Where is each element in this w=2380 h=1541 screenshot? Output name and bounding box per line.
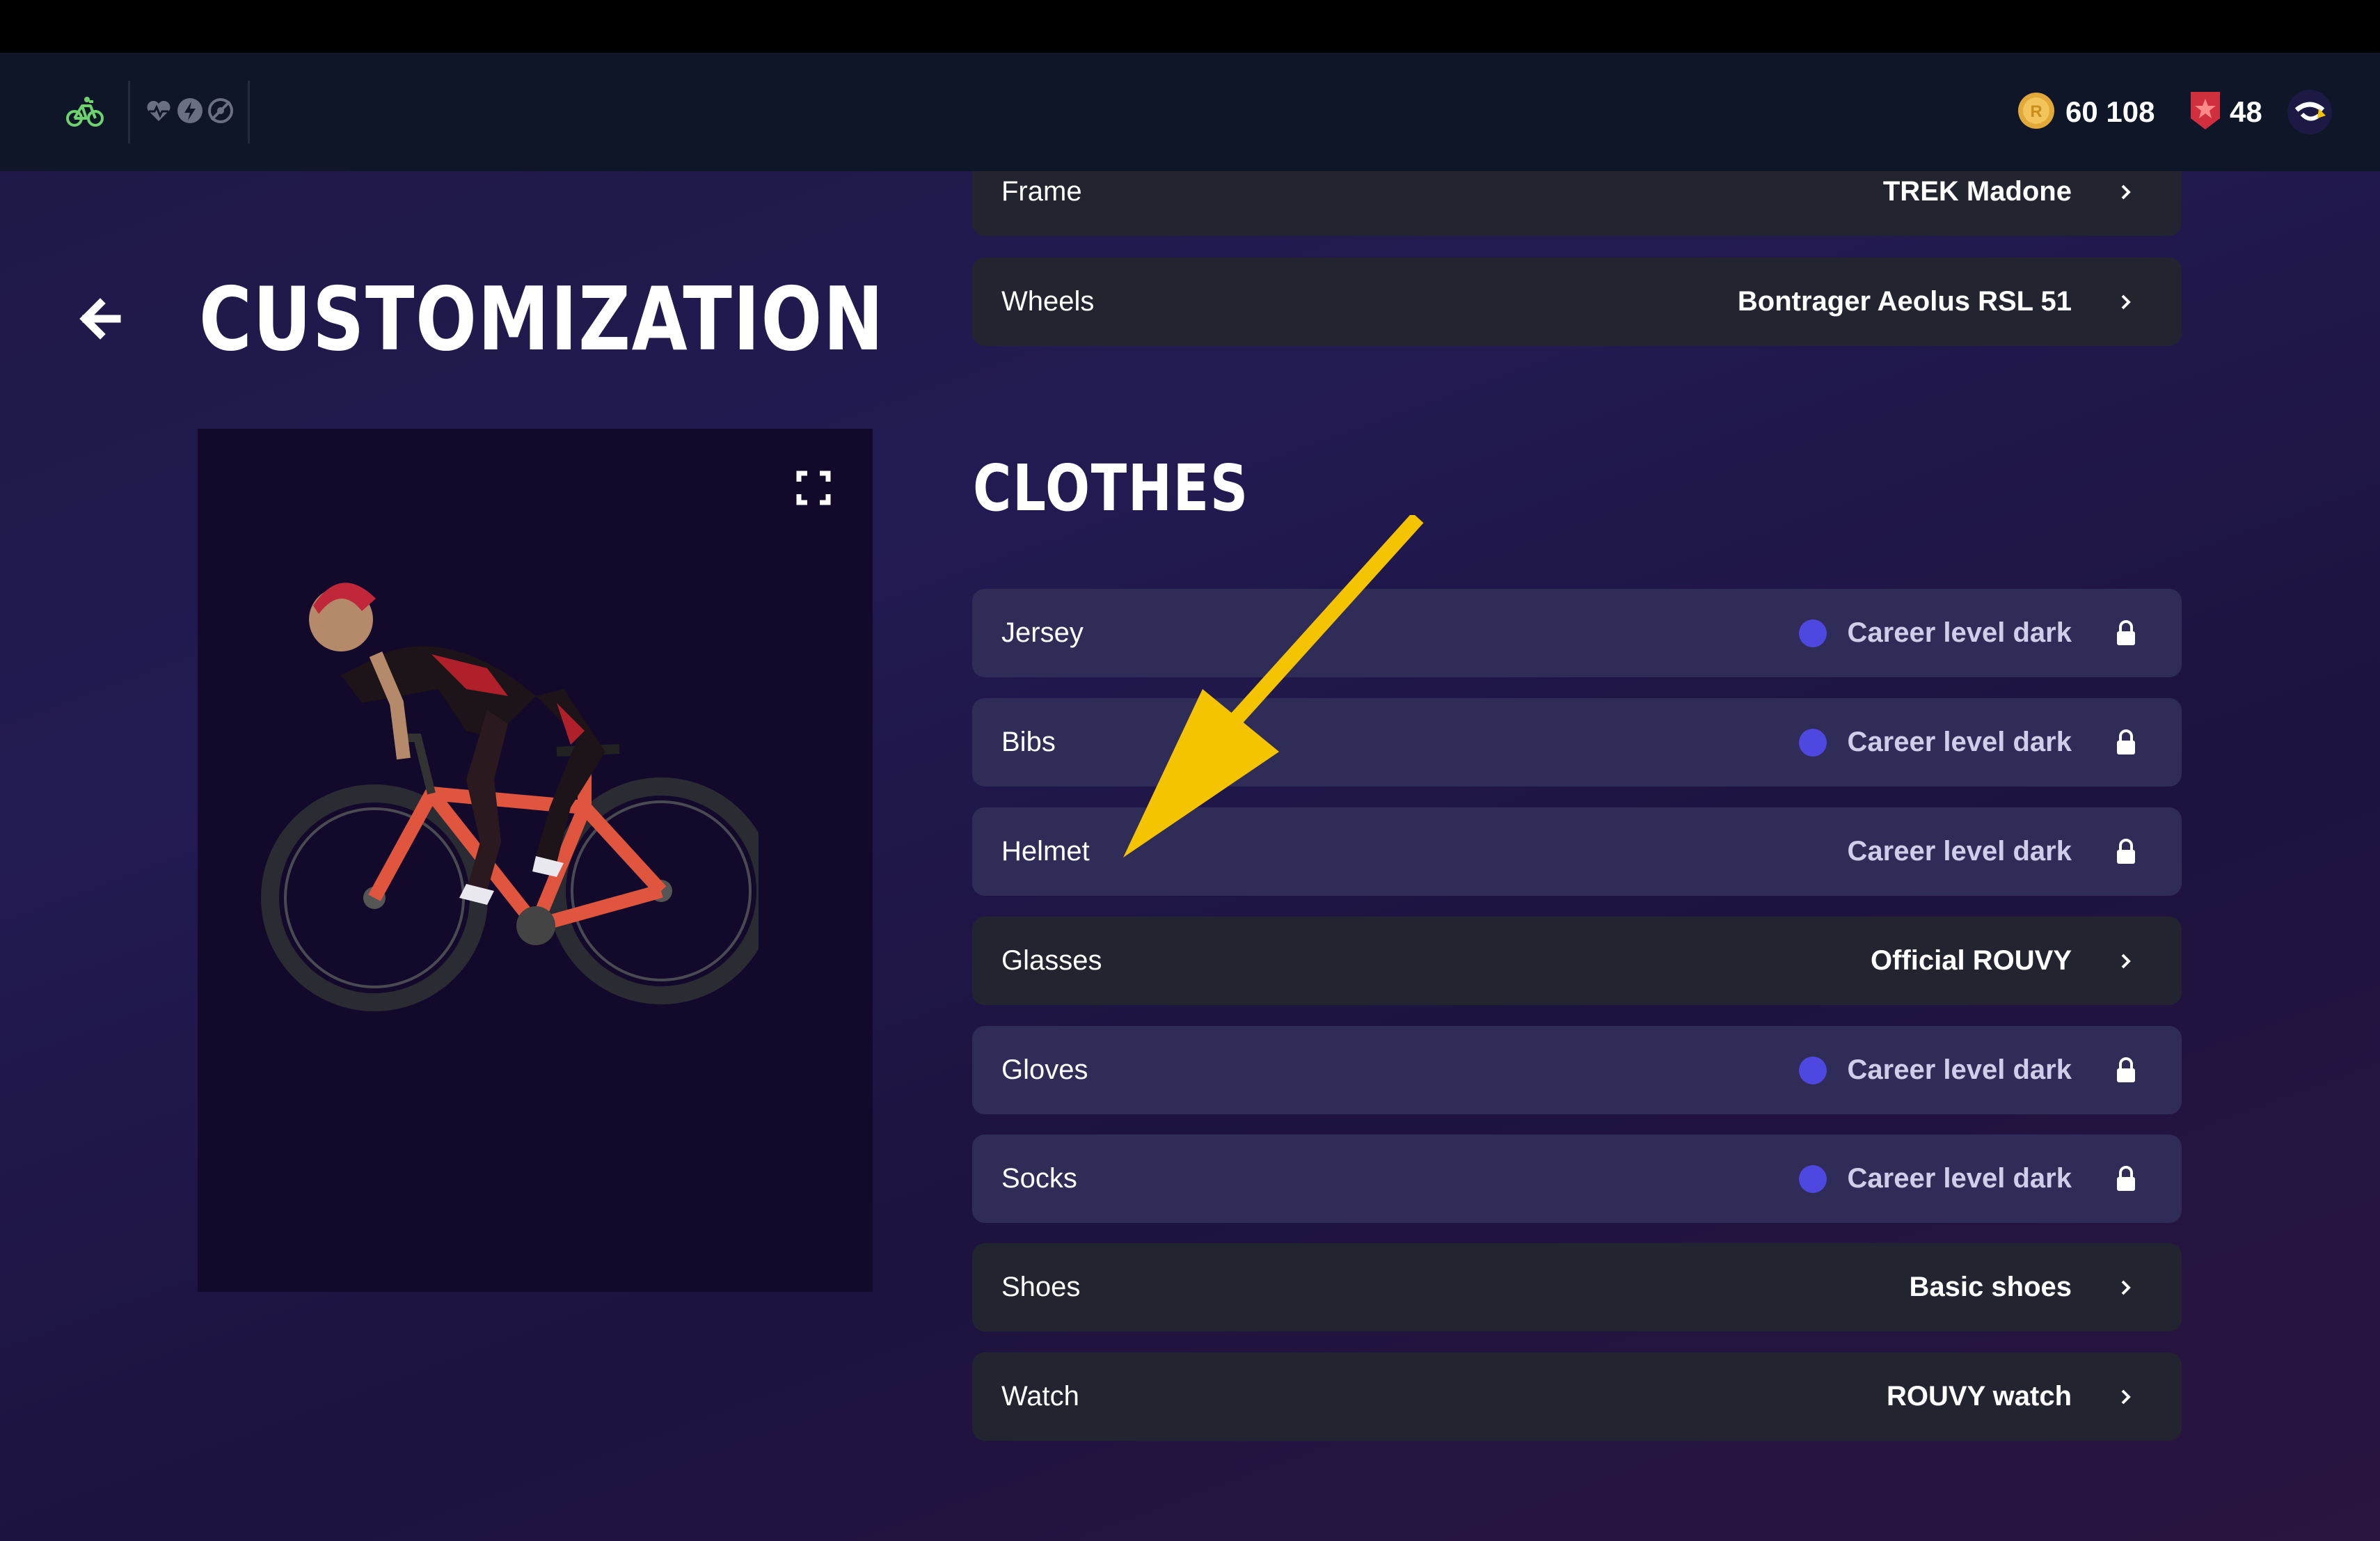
row-label: Gloves [1001, 1054, 1088, 1085]
row-value: Career level dark [1847, 617, 2072, 648]
coins-value: 60 108 [2065, 95, 2155, 128]
chevron-right-icon [2112, 1274, 2140, 1302]
fullscreen-icon[interactable] [796, 471, 831, 505]
row-value: Career level dark [1847, 1163, 2072, 1194]
chevron-right-icon [2112, 178, 2140, 206]
page-title: CUSTOMIZATION [199, 268, 885, 370]
heart-rate-icon[interactable] [145, 97, 173, 125]
top-bar: R 60 108 48 [0, 53, 2380, 171]
top-black-strip [0, 0, 2380, 53]
row-label: Jersey [1001, 617, 1084, 648]
list-item-watch[interactable]: Watch ROUVY watch [972, 1352, 2182, 1441]
cadence-icon[interactable] [206, 96, 235, 125]
row-value: TREK Madone [1882, 176, 2072, 207]
row-label: Socks [1001, 1163, 1077, 1194]
row-label: Glasses [1001, 945, 1102, 976]
row-label: Bibs [1001, 727, 1056, 757]
color-dot [1798, 1056, 1827, 1084]
rouvy-logo-icon[interactable] [2287, 89, 2333, 135]
arrow-left-icon[interactable] [74, 292, 127, 345]
level-badge-icon [2188, 89, 2223, 136]
row-label: Shoes [1001, 1272, 1081, 1302]
topbar-divider [128, 81, 130, 143]
row-value: Career level dark [1847, 836, 2072, 867]
level-stat[interactable]: 48 [2188, 90, 2262, 134]
customization-screen: R 60 108 48 CUSTOMIZATION Frame TREK Mad… [0, 0, 2380, 1541]
chevron-right-icon [2112, 288, 2140, 316]
coin-icon: R [2017, 91, 2056, 134]
color-dot [1798, 1164, 1827, 1193]
row-label: Watch [1001, 1381, 1079, 1412]
color-dot [1798, 619, 1827, 647]
row-value: Career level dark [1847, 727, 2072, 757]
lock-icon [2112, 1057, 2140, 1084]
bike-icon[interactable] [65, 95, 104, 129]
chevron-right-icon [2112, 947, 2140, 975]
row-label: Helmet [1001, 836, 1090, 867]
row-label: Frame [1001, 176, 1082, 207]
list-item-wheels[interactable]: Wheels Bontrager Aeolus RSL 51 [972, 258, 2182, 346]
lock-icon [2112, 619, 2140, 647]
list-item-shoes[interactable]: Shoes Basic shoes [972, 1243, 2182, 1331]
row-label: Wheels [1001, 286, 1095, 317]
svg-text:R: R [2030, 102, 2042, 121]
row-value: Bontrager Aeolus RSL 51 [1737, 286, 2072, 317]
annotation-arrow-icon [1106, 512, 1427, 863]
coins-stat[interactable]: R 60 108 [2017, 90, 2155, 134]
power-icon[interactable] [175, 96, 205, 125]
row-value: Official ROUVY [1871, 945, 2072, 976]
topbar-divider [248, 81, 250, 143]
color-dot [1798, 728, 1827, 757]
list-item-socks[interactable]: Socks Career level dark [972, 1135, 2182, 1223]
chevron-right-icon [2112, 1383, 2140, 1411]
lock-icon [2112, 729, 2140, 757]
row-value: Career level dark [1847, 1054, 2072, 1085]
list-item-glasses[interactable]: Glasses Official ROUVY [972, 917, 2182, 1005]
level-value: 48 [2230, 95, 2262, 128]
row-value: ROUVY watch [1887, 1381, 2072, 1412]
cyclist-illustration [257, 529, 775, 1037]
section-title-clothes: CLOTHES [973, 451, 1249, 525]
lock-icon [2112, 838, 2140, 866]
list-item-gloves[interactable]: Gloves Career level dark [972, 1026, 2182, 1114]
lock-icon [2112, 1165, 2140, 1193]
row-value: Basic shoes [1909, 1272, 2072, 1302]
